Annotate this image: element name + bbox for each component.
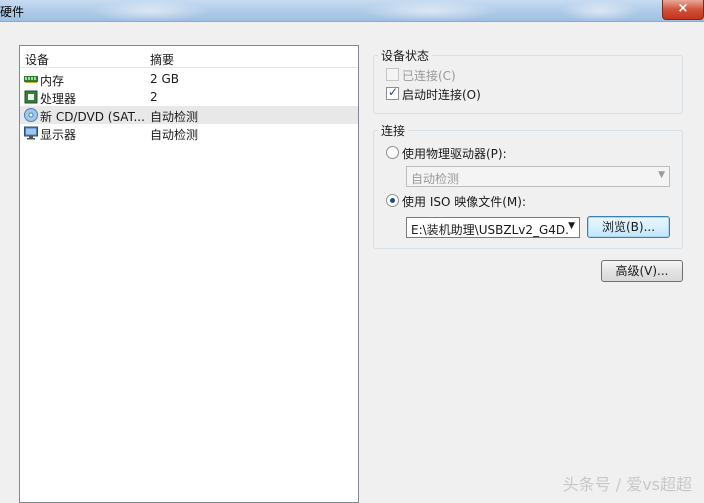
hardware-settings-window: 硬件 × 设备 摘要 内存 2 GB 处理器 2 新 CD/DVD (SAT..… bbox=[0, 0, 704, 503]
processor-icon bbox=[24, 90, 38, 104]
chevron-down-icon: ▼ bbox=[568, 221, 575, 231]
device-row-processor[interactable]: 处理器 2 bbox=[20, 88, 358, 106]
iso-path-value: E:\装机助理\USBZLv2_G4D. bbox=[411, 223, 569, 237]
connect-at-power-on-label: 启动时连接(O) bbox=[402, 88, 481, 102]
title-bar[interactable]: 硬件 × bbox=[0, 0, 704, 22]
browse-button[interactable]: 浏览(B)... bbox=[587, 216, 670, 238]
device-list[interactable]: 设备 摘要 内存 2 GB 处理器 2 新 CD/DVD (SAT... 自动检… bbox=[19, 45, 359, 503]
device-summary: 自动检测 bbox=[150, 110, 199, 124]
display-icon bbox=[24, 126, 38, 140]
title-bar-glow bbox=[560, 0, 640, 21]
iso-path-select[interactable]: E:\装机助理\USBZLv2_G4D. ▼ bbox=[406, 217, 580, 238]
device-summary: 2 bbox=[150, 90, 158, 104]
physical-drive-value: 自动检测 bbox=[411, 172, 460, 186]
device-summary: 2 GB bbox=[150, 72, 179, 86]
physical-drive-label: 使用物理驱动器(P): bbox=[402, 147, 507, 161]
close-button[interactable]: × bbox=[662, 0, 704, 20]
window-title: 硬件 bbox=[0, 5, 25, 19]
device-name: 显示器 bbox=[40, 128, 77, 142]
column-header-summary[interactable]: 摘要 bbox=[150, 51, 174, 68]
connected-checkbox[interactable] bbox=[386, 68, 399, 81]
device-row-cd-dvd[interactable]: 新 CD/DVD (SAT... 自动检测 bbox=[20, 106, 358, 124]
close-icon: × bbox=[677, 1, 689, 16]
column-header-device[interactable]: 设备 bbox=[25, 51, 49, 68]
device-row-display[interactable]: 显示器 自动检测 bbox=[20, 124, 358, 142]
device-name: 新 CD/DVD (SAT... bbox=[40, 110, 145, 124]
title-bar-glow bbox=[90, 0, 210, 21]
cd-dvd-icon bbox=[24, 108, 38, 122]
iso-image-label: 使用 ISO 映像文件(M): bbox=[402, 195, 526, 209]
title-bar-glow bbox=[360, 0, 500, 21]
device-list-header: 设备 摘要 bbox=[20, 46, 358, 68]
watermark: 头条号 / 爱vs超超 bbox=[562, 475, 692, 494]
device-status-title: 设备状态 bbox=[378, 47, 433, 64]
device-row-memory[interactable]: 内存 2 GB bbox=[20, 70, 358, 88]
device-name: 内存 bbox=[40, 74, 65, 88]
iso-image-radio[interactable] bbox=[386, 194, 399, 207]
connection-title: 连接 bbox=[378, 122, 409, 139]
chevron-down-icon: ▼ bbox=[658, 170, 665, 180]
device-name: 处理器 bbox=[40, 92, 77, 106]
physical-drive-select[interactable]: 自动检测 ▼ bbox=[406, 166, 670, 187]
radio-selected-dot bbox=[390, 198, 395, 203]
advanced-button[interactable]: 高级(V)... bbox=[601, 260, 683, 282]
checkmark-icon: ✓ bbox=[388, 85, 399, 99]
connected-label: 已连接(C) bbox=[402, 69, 456, 83]
physical-drive-radio[interactable] bbox=[386, 146, 399, 159]
memory-icon bbox=[24, 76, 38, 83]
connect-at-power-on-checkbox[interactable]: ✓ bbox=[386, 85, 399, 100]
device-summary: 自动检测 bbox=[150, 128, 199, 142]
